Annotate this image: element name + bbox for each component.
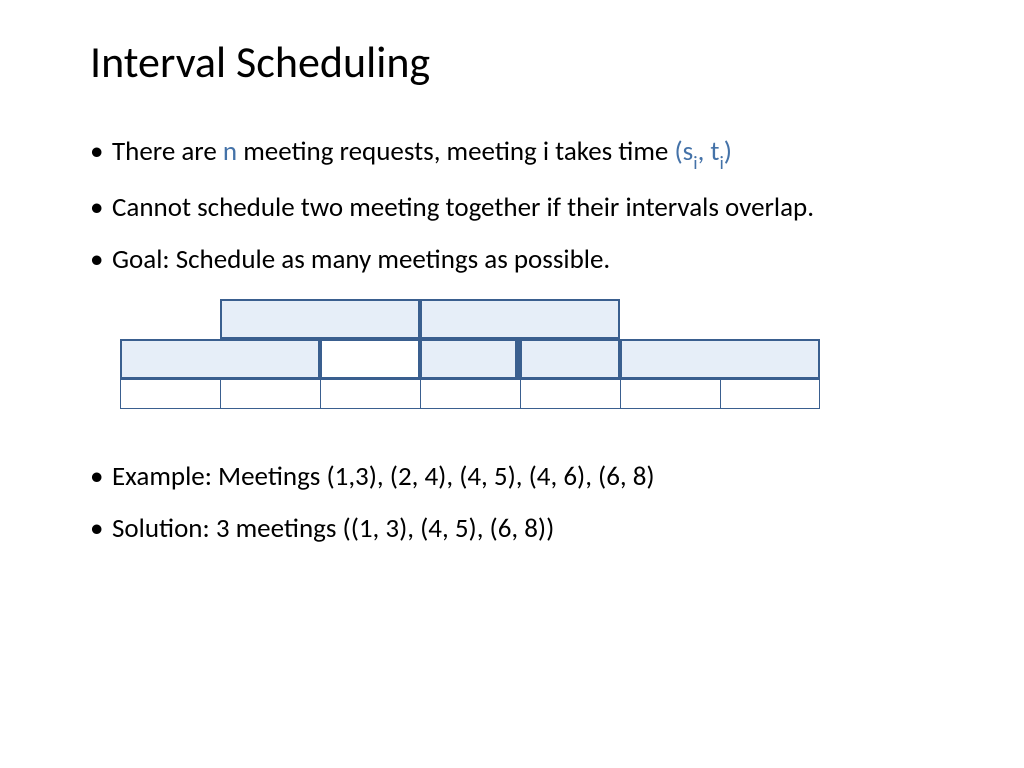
bullet-list-bottom: Example: Meetings (1,3), (2, 4), (4, 5),… (90, 459, 934, 548)
variable-n: n (223, 135, 237, 168)
timeline-tick (220, 379, 221, 409)
timeline-base (120, 379, 820, 409)
interval-bar-mid (320, 339, 420, 379)
timeline-tick (620, 379, 621, 409)
bullet-list: There are n meeting requests, meeting i … (90, 134, 934, 279)
interval-bar-mid (420, 339, 520, 379)
interval-bar-top (420, 299, 620, 339)
interval-bar-mid (520, 339, 620, 379)
subscript: i (719, 152, 723, 175)
text: There are (112, 135, 223, 168)
text: , t (698, 135, 720, 168)
interval-notation: (si, ti) (674, 135, 732, 168)
text: ) (724, 135, 732, 168)
interval-bar-mid (620, 339, 820, 379)
text: (s (674, 135, 693, 168)
bullet-4: Example: Meetings (1,3), (2, 4), (4, 5),… (90, 459, 934, 495)
interval-bar-mid (120, 339, 320, 379)
text: meeting requests, meeting i takes time (237, 135, 674, 168)
timeline-tick (720, 379, 721, 409)
slide-title: Interval Scheduling (90, 35, 934, 89)
bullet-5: Solution: 3 meetings ((1, 3), (4, 5), (6… (90, 511, 934, 547)
interval-bar-top (220, 299, 420, 339)
timeline-tick (420, 379, 421, 409)
timeline-tick (320, 379, 321, 409)
subscript: i (693, 152, 697, 175)
bullet-3: Goal: Schedule as many meetings as possi… (90, 242, 934, 278)
bullet-1: There are n meeting requests, meeting i … (90, 134, 934, 174)
bullet-2: Cannot schedule two meeting together if … (90, 190, 934, 226)
interval-diagram (120, 299, 904, 429)
timeline-tick (520, 379, 521, 409)
